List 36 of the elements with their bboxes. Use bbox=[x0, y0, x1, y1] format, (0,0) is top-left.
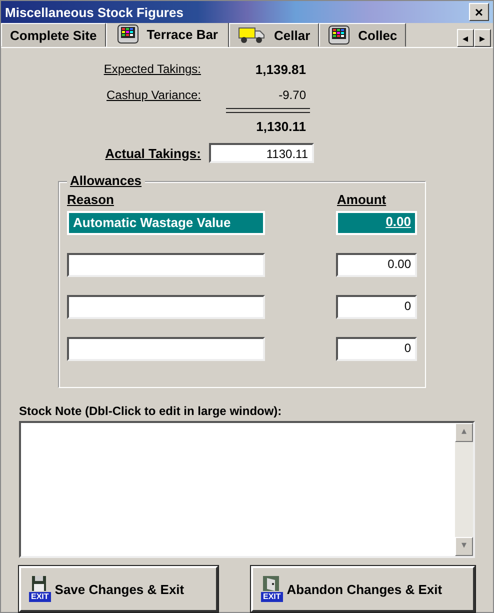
tab[interactable]: Cellar bbox=[229, 23, 320, 47]
exit-badge: EXIT bbox=[261, 592, 283, 602]
reason-field[interactable]: Automatic Wastage Value bbox=[67, 211, 265, 235]
column-heading: Amount bbox=[337, 192, 388, 207]
field-label: Actual Takings: bbox=[104, 146, 201, 160]
amount-field[interactable]: 0.00 bbox=[336, 253, 417, 277]
value-text: -9.70 bbox=[278, 88, 306, 102]
close-button[interactable]: × bbox=[469, 3, 489, 22]
scroll-button[interactable]: ◂ bbox=[457, 29, 474, 47]
exit-badge: EXIT bbox=[29, 592, 51, 602]
field-label: Stock Note (Dbl-Click to edit in large window): bbox=[19, 404, 283, 418]
truck-icon bbox=[238, 26, 266, 44]
scroll-button[interactable]: ▸ bbox=[474, 29, 491, 47]
window-title: Miscellaneous Stock Figures bbox=[5, 4, 184, 20]
tab[interactable]: Complete Site bbox=[1, 23, 106, 47]
value-text: 1,139.81 bbox=[254, 62, 306, 76]
field-label: Cashup Variance: bbox=[106, 88, 201, 102]
amount-field[interactable]: 0 bbox=[336, 337, 417, 361]
column-heading: Reason bbox=[67, 192, 114, 207]
reason-field[interactable] bbox=[67, 253, 265, 277]
reason-field[interactable] bbox=[67, 337, 265, 361]
floppy-icon bbox=[30, 576, 49, 592]
tab[interactable]: Collec bbox=[319, 23, 406, 47]
door-icon bbox=[262, 576, 282, 592]
total-text: 1,130.11 bbox=[255, 118, 306, 134]
field-label: Expected Takings: bbox=[102, 62, 201, 76]
amount-field[interactable]: 0.00 bbox=[336, 211, 417, 235]
tab[interactable]: Terrace Bar bbox=[106, 23, 229, 47]
register-icon bbox=[328, 25, 350, 45]
group-title: Allowances bbox=[67, 173, 145, 188]
amount-field[interactable]: 0 bbox=[336, 295, 417, 319]
save-button[interactable]: EXIT Save Changes & Exit bbox=[19, 566, 218, 612]
abandon-button[interactable]: EXIT Abandon Changes & Exit bbox=[251, 566, 475, 612]
reason-field[interactable] bbox=[67, 295, 265, 319]
register-icon bbox=[116, 24, 139, 44]
input-field[interactable]: 1130.11 bbox=[209, 143, 314, 163]
